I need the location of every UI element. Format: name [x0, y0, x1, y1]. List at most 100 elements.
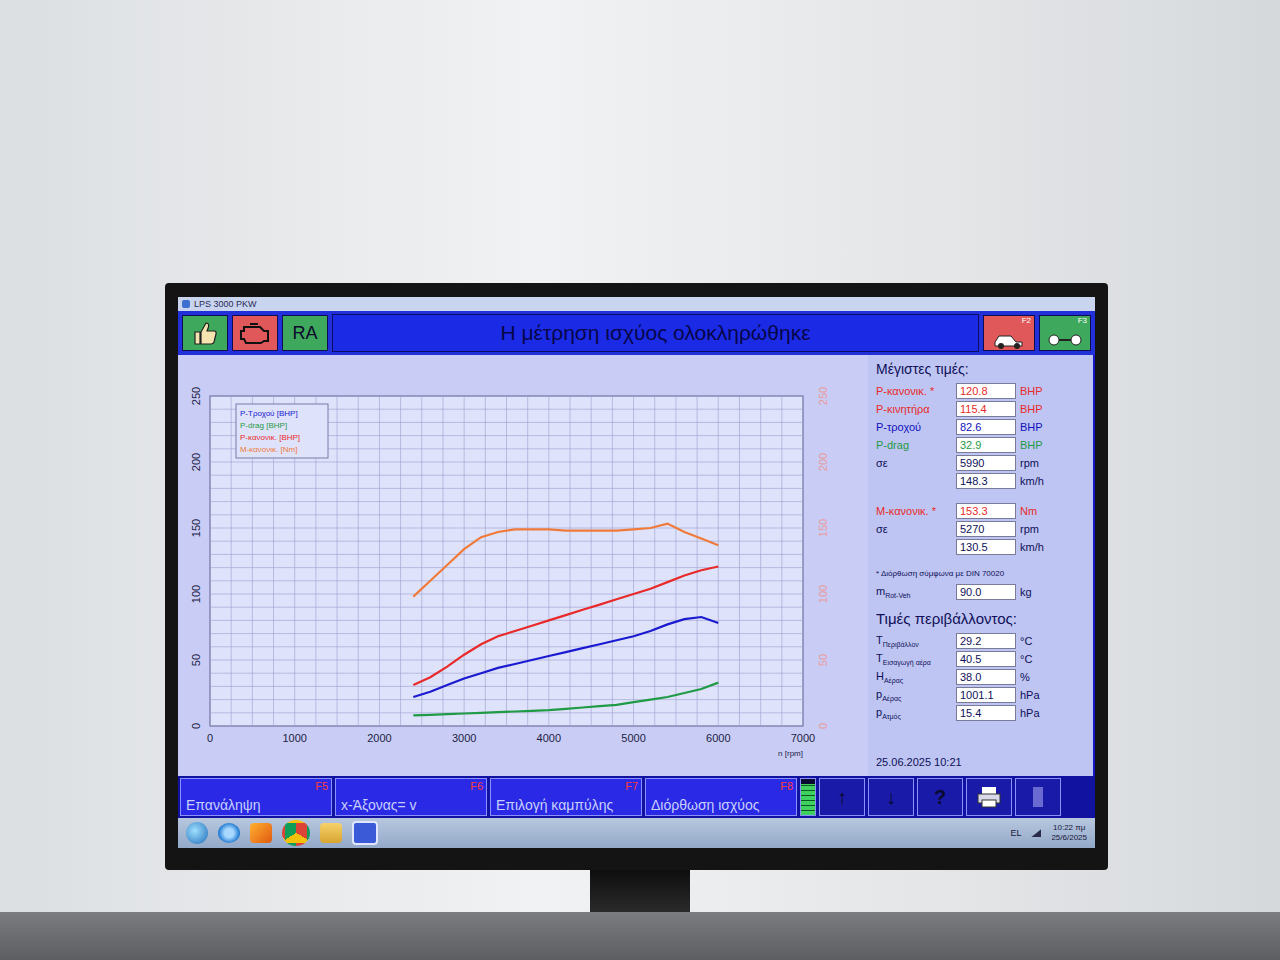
grid-line — [464, 396, 465, 726]
value-field: 32.9 — [956, 437, 1016, 453]
ok-button[interactable] — [182, 315, 228, 351]
tool-button[interactable]: ↓ — [868, 778, 914, 816]
grid-line — [675, 396, 676, 726]
value-unit: BHP — [1020, 439, 1085, 451]
value-unit: °C — [1020, 653, 1085, 665]
grid-line — [506, 396, 507, 726]
value-row: σε5990rpm — [876, 455, 1085, 471]
grid-line — [633, 396, 634, 726]
window-title: LPS 3000 PKW — [194, 299, 257, 309]
legend — [236, 404, 328, 458]
value-field: 5270 — [956, 521, 1016, 537]
browser-icon[interactable] — [218, 823, 240, 843]
value-label: σε — [876, 457, 952, 469]
network-icon — [1031, 829, 1041, 837]
value-unit: km/h — [1020, 475, 1085, 487]
x-tick: 2000 — [367, 732, 391, 744]
value-field: 115.4 — [956, 401, 1016, 417]
series-line — [413, 567, 718, 686]
grid-line — [210, 501, 803, 502]
x-tick: 3000 — [452, 732, 476, 744]
axle-icon — [1048, 330, 1082, 350]
grid-line — [337, 396, 338, 726]
value-row: 130.5km/h — [876, 539, 1085, 555]
chrome-icon[interactable] — [282, 820, 310, 846]
grid-line — [210, 726, 803, 727]
grid-line — [548, 396, 549, 726]
key-code: F6 — [470, 780, 483, 792]
ra-button[interactable]: RA — [282, 315, 328, 351]
grid-line — [400, 396, 401, 726]
value-unit: Nm — [1020, 505, 1085, 517]
scene: LPS 3000 PKW RAΗ μέτρηση ισχύος ολοκληρώθ… — [0, 0, 1280, 960]
roller-button[interactable]: F3 — [1039, 315, 1091, 351]
grid-line — [760, 396, 761, 726]
start-icon[interactable] — [186, 822, 208, 844]
toolbar: RAΗ μέτρηση ισχύος ολοκληρώθηκεF2F3 — [178, 311, 1095, 355]
value-field: 153.3 — [956, 503, 1016, 519]
value-field: 120.8 — [956, 383, 1016, 399]
series-line — [413, 683, 718, 716]
value-field: 148.3 — [956, 473, 1016, 489]
value-unit: rpm — [1020, 523, 1085, 535]
main-area: 0501001502002500501001502002500100020003… — [178, 355, 1095, 776]
value-field: 15.4 — [956, 705, 1016, 721]
function-key[interactable]: F7Επιλογή καμπύλης — [490, 778, 642, 816]
roller-button[interactable]: F2 — [983, 315, 1035, 351]
grid-line — [210, 699, 803, 700]
tool-button[interactable] — [966, 778, 1012, 816]
car-on-roller-icon — [992, 330, 1026, 350]
value-unit: km/h — [1020, 541, 1085, 553]
x-tick: 5000 — [621, 732, 645, 744]
tool-button[interactable]: ? — [917, 778, 963, 816]
tool-label: ↑ — [837, 786, 847, 809]
key-label: x-Άξονας= v — [341, 798, 417, 813]
blank-icon — [1033, 787, 1043, 807]
grid-line — [210, 475, 803, 476]
folder-icon[interactable] — [320, 823, 342, 843]
function-key[interactable]: F6 x-Άξονας= v — [335, 778, 487, 816]
power-chart: 0501001502002500501001502002500100020003… — [178, 355, 868, 776]
grid-line — [654, 396, 655, 726]
clock[interactable]: 10:22 πμ25/6/2025 — [1051, 823, 1087, 843]
tool-button[interactable]: ↑ — [819, 778, 865, 816]
value-group: M-κανονικ. *153.3Nmσε5270rpm130.5km/h — [876, 503, 1085, 555]
key-code: F7 — [625, 780, 638, 792]
monitor-stand — [590, 870, 690, 912]
y-right-tick: 100 — [817, 585, 829, 603]
clock-time: 10:22 πμ — [1053, 823, 1085, 833]
engine-button[interactable] — [232, 315, 278, 351]
grid-line — [527, 396, 528, 726]
grid-line — [739, 396, 740, 726]
value-unit: BHP — [1020, 385, 1085, 397]
value-label: P-drag — [876, 439, 952, 451]
grid-line — [803, 396, 804, 726]
y-tick: 100 — [190, 585, 202, 603]
value-group: P-κανονικ. *120.8BHPP-κινητήρα115.4BHPP-… — [876, 383, 1085, 489]
y-tick: 200 — [190, 453, 202, 471]
environment-row: pΑέρας1001.1hPa — [876, 687, 1085, 703]
level-fill — [801, 784, 815, 815]
taskbar: EL 10:22 πμ25/6/2025 — [178, 818, 1095, 848]
value-label: P-κινητήρα — [876, 403, 952, 415]
grid-line — [697, 396, 698, 726]
y-tick: 250 — [190, 387, 202, 405]
value-label: M-κανονικ. * — [876, 505, 952, 517]
tool-label: ? — [934, 786, 946, 809]
value-row: P-τροχού82.6BHP — [876, 419, 1085, 435]
language-indicator[interactable]: EL — [1010, 828, 1021, 838]
monitor: LPS 3000 PKW RAΗ μέτρηση ισχύος ολοκληρώθ… — [165, 283, 1108, 870]
grid-line — [210, 488, 803, 489]
screen: LPS 3000 PKW RAΗ μέτρηση ισχύος ολοκληρώθ… — [178, 297, 1095, 848]
tool-button[interactable] — [1015, 778, 1061, 816]
dyno-app-icon[interactable] — [352, 821, 378, 845]
function-key[interactable]: F5Επανάληψη — [180, 778, 332, 816]
value-label: P-τροχού — [876, 421, 952, 433]
media-player-icon[interactable] — [250, 823, 272, 843]
app-icon — [182, 300, 190, 308]
grid-line — [210, 607, 803, 608]
x-tick: 4000 — [537, 732, 561, 744]
thumbs-up-icon — [191, 319, 219, 347]
grid-line — [210, 554, 803, 555]
function-key[interactable]: F8Διόρθωση ισχύος — [645, 778, 797, 816]
